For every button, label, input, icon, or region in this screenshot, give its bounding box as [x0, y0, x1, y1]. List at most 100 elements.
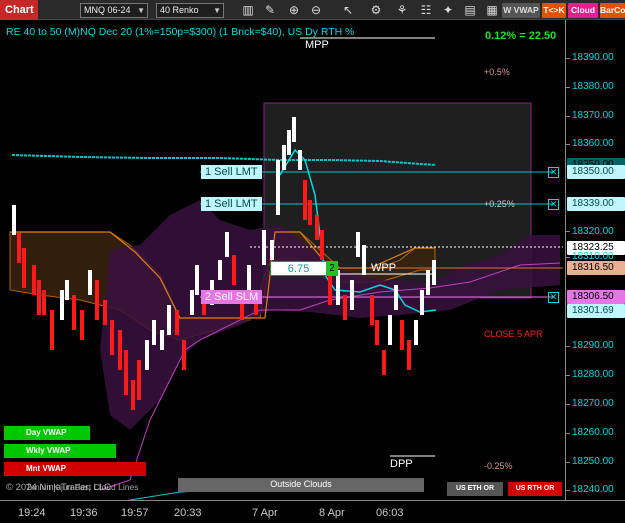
time-label: 06:03 [376, 507, 404, 519]
data-box-icon[interactable]: ▤ [462, 2, 478, 18]
w-vwap-button[interactable]: W VWAP [502, 3, 540, 18]
monthly-vwap-button[interactable]: Mnt VWAP [4, 462, 146, 476]
renko-brick [298, 150, 302, 170]
price-tick: 18260.00 [572, 427, 614, 438]
chart-trader-icon[interactable]: ✦ [440, 2, 456, 18]
order-label-2[interactable]: 1 Sell LMT [201, 197, 262, 211]
renko-brick [182, 340, 186, 370]
time-label: 19:24 [18, 507, 46, 519]
tick-mark [566, 87, 570, 88]
wpp-label: WPP [371, 262, 397, 274]
renko-brick [131, 380, 135, 410]
close-label: CLOSE 5 APR [484, 329, 543, 339]
renko-brick [276, 160, 280, 215]
price-tick: 18250.00 [572, 456, 614, 467]
instrument-selector[interactable]: MNQ 06-24 ▼ [80, 3, 148, 18]
time-label: 20:33 [174, 507, 202, 519]
order-price-tag-1[interactable]: 18350.00 [567, 165, 625, 179]
barco-button[interactable]: BarCo [600, 3, 625, 18]
price-tick: 18240.00 [572, 484, 614, 495]
order-price-tag-2[interactable]: 18339.00 [567, 197, 625, 211]
renko-brick [32, 265, 36, 295]
outside-clouds-button[interactable]: Outside Clouds [178, 478, 424, 492]
chevron-down-icon: ▼ [213, 6, 221, 15]
renko-brick [420, 290, 424, 315]
renko-brick [394, 285, 398, 310]
renko-brick [110, 320, 114, 355]
renko-brick [65, 280, 69, 300]
bar-type-value: 40 Renko [160, 5, 199, 15]
indicators-icon[interactable]: ⚘ [394, 2, 410, 18]
day-vwap-button[interactable]: Day VWAP [4, 426, 90, 440]
renko-brick [375, 320, 379, 345]
renko-brick [343, 295, 347, 320]
renko-brick [124, 350, 128, 395]
chart-area[interactable]: RE 40 to 50 (M)NQ Dec 20 (1%=150p=$300) … [0, 20, 565, 500]
renko-brick [60, 290, 64, 320]
renko-brick [152, 320, 156, 345]
weekly-vwap-button[interactable]: Wkly VWAP [4, 444, 116, 458]
renko-brick [95, 280, 99, 320]
cancel-order-icon[interactable]: ✕ [548, 167, 559, 178]
tick-mark [566, 462, 570, 463]
cloud-button[interactable]: Cloud [568, 3, 598, 18]
tick-mark [566, 375, 570, 376]
zoom-out-icon[interactable]: ⊖ [308, 2, 324, 18]
renko-brick [400, 320, 404, 350]
mpp-label: MPP [305, 39, 329, 51]
renko-brick [225, 232, 229, 257]
pct-plus-025: +0.25% [484, 199, 515, 209]
renko-brick [218, 260, 222, 280]
renko-brick [282, 145, 286, 170]
tk-button[interactable]: T<>K [542, 3, 566, 18]
order-price-tag-3[interactable]: 18306.50 [567, 290, 625, 304]
renko-brick [350, 280, 354, 310]
strategies-icon[interactable]: ⚙ [368, 2, 384, 18]
us-rth-or-button[interactable]: US RTH OR [508, 482, 562, 496]
chart-title: RE 40 to 50 (M)NQ Dec 20 (1%=150p=$300) … [6, 26, 355, 38]
renko-brick [308, 200, 312, 225]
renko-brick [414, 320, 418, 345]
renko-brick [315, 215, 319, 240]
renko-brick [22, 248, 26, 288]
kumo-label: Teniun Kijun Fast Cloud Lines [26, 482, 139, 492]
renko-brick [432, 260, 436, 285]
tick-mark [566, 346, 570, 347]
renko-brick [292, 117, 296, 142]
templates-icon[interactable]: ▦ [484, 2, 500, 18]
drawing-tool-icon[interactable]: ✎ [262, 2, 278, 18]
pct-plus-05: +0.5% [484, 67, 510, 77]
renko-brick [12, 205, 16, 235]
renko-brick [388, 315, 392, 345]
price-tick: 18290.00 [572, 340, 614, 351]
cancel-order-icon[interactable]: ✕ [548, 199, 559, 210]
renko-brick [50, 310, 54, 350]
renko-brick [407, 340, 411, 370]
position-count[interactable]: 2 [326, 261, 338, 276]
bar-type-selector[interactable]: 40 Renko ▼ [156, 3, 224, 18]
position-qty[interactable]: 6.75 [270, 261, 327, 276]
dpp-label: DPP [390, 458, 413, 470]
renko-brick [370, 295, 374, 325]
renko-brick [145, 340, 149, 370]
renko-brick [80, 310, 84, 340]
time-axis[interactable]: 19:24 19:36 19:57 20:33 7 Apr 8 Apr 06:0… [0, 500, 625, 523]
order-label-3[interactable]: 2 Sell SLM [201, 290, 263, 304]
properties-icon[interactable]: ☷ [418, 2, 434, 18]
renko-brick [37, 280, 41, 315]
renko-brick [160, 330, 164, 350]
renko-brick [270, 240, 274, 260]
order-label-1[interactable]: 1 Sell LMT [201, 165, 262, 179]
us-eth-or-button[interactable]: US ETH OR [447, 482, 503, 496]
zoom-in-icon[interactable]: ⊕ [286, 2, 302, 18]
tick-mark [566, 490, 570, 491]
renko-brick [17, 233, 21, 263]
renko-brick [232, 255, 236, 285]
low-price-tag: 18301.69 [567, 304, 625, 318]
time-label: 7 Apr [252, 507, 278, 519]
pointer-icon[interactable]: ↖ [340, 2, 356, 18]
price-axis[interactable]: 18390.00 18380.00 18370.00 18360.00 1835… [565, 20, 625, 500]
cancel-order-icon[interactable]: ✕ [548, 292, 559, 303]
price-tick: 18380.00 [572, 81, 614, 92]
bar-chart-icon[interactable]: ▥ [240, 2, 256, 18]
